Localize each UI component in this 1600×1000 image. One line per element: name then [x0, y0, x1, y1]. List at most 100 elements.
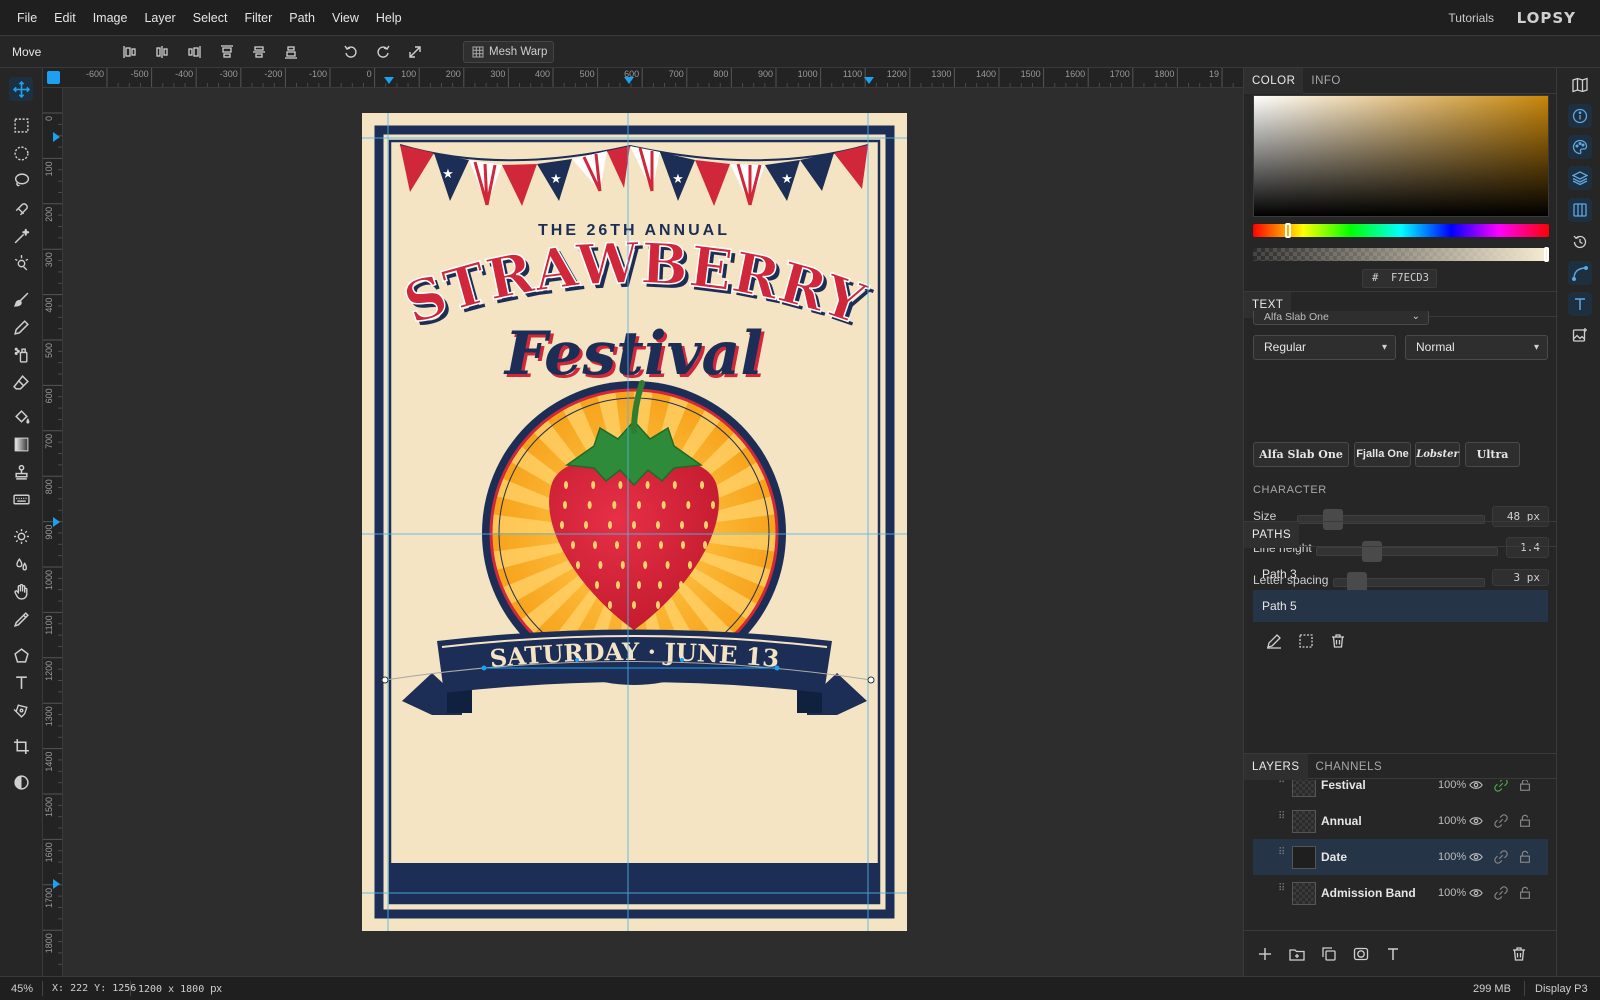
blur-tool[interactable]	[9, 552, 33, 576]
dodge-tool[interactable]	[9, 524, 33, 548]
add-mask-button[interactable]	[1353, 946, 1369, 962]
menu-edit[interactable]: Edit	[46, 11, 84, 25]
image-panel-button[interactable]	[1568, 323, 1592, 347]
unlock-icon[interactable]	[1518, 886, 1532, 900]
eye-icon[interactable]	[1469, 814, 1483, 828]
brush-tool[interactable]	[9, 287, 33, 311]
add-group-button[interactable]	[1289, 946, 1305, 962]
align-middle-button[interactable]	[248, 42, 270, 62]
alpha-slider-handle[interactable]	[1544, 247, 1549, 262]
layer-row-admission-band[interactable]: ⠿ Admission Band 100%	[1253, 875, 1548, 911]
menu-layer[interactable]: Layer	[136, 11, 183, 25]
color-field[interactable]	[1253, 95, 1549, 217]
adjust-tool[interactable]	[9, 770, 33, 794]
navigator-panel-button[interactable]	[1568, 73, 1592, 97]
tab-layers[interactable]: LAYERS	[1244, 754, 1308, 780]
drag-handle-icon[interactable]: ⠿	[1278, 812, 1285, 826]
layer-row-festival[interactable]: ⠿ Festival 100%	[1253, 780, 1548, 803]
delete-path-button[interactable]	[1330, 633, 1346, 649]
ruler-origin-marker[interactable]	[47, 71, 60, 84]
duplicate-layer-button[interactable]	[1321, 946, 1337, 962]
magic-wand-tool[interactable]	[9, 224, 33, 248]
spray-tool[interactable]	[9, 342, 33, 366]
text-panel-button[interactable]	[1568, 292, 1592, 316]
font-family-select[interactable]: Alfa Slab One ⌄	[1253, 311, 1429, 325]
lock-icon[interactable]	[1518, 780, 1532, 792]
hand-tool[interactable]	[9, 579, 33, 603]
path-item-path-3[interactable]: Path 3	[1253, 558, 1548, 590]
eye-icon[interactable]	[1469, 780, 1483, 792]
align-top-button[interactable]	[216, 42, 238, 62]
unlock-icon[interactable]	[1518, 850, 1532, 864]
rect-select-tool[interactable]	[9, 113, 33, 137]
align-right-button[interactable]	[183, 42, 205, 62]
crop-tool[interactable]	[9, 734, 33, 758]
pen-tool[interactable]	[9, 698, 33, 722]
text-tool[interactable]	[9, 670, 33, 694]
menu-help[interactable]: Help	[368, 11, 410, 25]
font-chip-alfa-slab-one[interactable]: Alfa Slab One	[1253, 442, 1349, 467]
gradient-tool[interactable]	[9, 432, 33, 456]
align-bottom-button[interactable]	[280, 42, 302, 62]
tab-channels[interactable]: CHANNELS	[1308, 754, 1391, 780]
menu-filter[interactable]: Filter	[236, 11, 280, 25]
font-chip-ultra[interactable]: Ultra	[1465, 442, 1520, 467]
zoom-level[interactable]: 45%	[11, 983, 33, 995]
tab-info[interactable]: INFO	[1303, 68, 1348, 94]
text-transform-select[interactable]: Normal ▾	[1405, 335, 1548, 360]
tutorials-link[interactable]: Tutorials	[1448, 11, 1494, 25]
tab-color[interactable]: COLOR	[1244, 68, 1304, 94]
drag-handle-icon[interactable]: ⠿	[1278, 848, 1285, 862]
move-tool[interactable]	[9, 77, 33, 101]
layer-row-annual[interactable]: ⠿ Annual 100%	[1253, 803, 1548, 839]
menu-file[interactable]: File	[9, 11, 45, 25]
tab-paths[interactable]: PATHS	[1244, 522, 1300, 548]
line-height-slider[interactable]	[1316, 541, 1498, 562]
color-panel-button[interactable]	[1568, 135, 1592, 159]
paths-panel-button[interactable]	[1568, 261, 1592, 285]
menu-select[interactable]: Select	[185, 11, 236, 25]
eye-icon[interactable]	[1469, 850, 1483, 864]
rotate-right-button[interactable]	[372, 42, 394, 62]
mesh-warp-button[interactable]: Mesh Warp	[463, 41, 554, 63]
history-panel-button[interactable]	[1568, 230, 1592, 254]
add-layer-button[interactable]	[1257, 946, 1273, 962]
eraser-tool[interactable]	[9, 370, 33, 394]
link-icon[interactable]	[1494, 780, 1508, 792]
eyedropper-tool[interactable]	[9, 607, 33, 631]
edit-path-button[interactable]	[1266, 633, 1282, 649]
link-icon[interactable]	[1494, 886, 1508, 900]
menu-path[interactable]: Path	[281, 11, 323, 25]
font-chip-fjalla-one[interactable]: Fjalla One	[1354, 442, 1411, 467]
hue-slider[interactable]	[1253, 223, 1549, 238]
font-style-select[interactable]: Regular ▾	[1253, 335, 1396, 360]
pencil-tool[interactable]	[9, 315, 33, 339]
unlock-icon[interactable]	[1518, 814, 1532, 828]
fill-tool[interactable]	[9, 405, 33, 429]
channels-panel-button[interactable]	[1568, 198, 1592, 222]
font-chip-lobster[interactable]: Lobster	[1415, 442, 1460, 467]
layer-row-date[interactable]: ⠿ Date 100%	[1253, 839, 1548, 875]
link-icon[interactable]	[1494, 850, 1508, 864]
drag-handle-icon[interactable]: ⠿	[1278, 780, 1285, 790]
ellipse-select-tool[interactable]	[9, 141, 33, 165]
link-icon[interactable]	[1494, 814, 1508, 828]
delete-layer-button[interactable]	[1511, 946, 1527, 962]
rotate-left-button[interactable]	[340, 42, 362, 62]
stamp-tool[interactable]	[9, 460, 33, 484]
menu-view[interactable]: View	[324, 11, 367, 25]
pattern-tool[interactable]	[9, 487, 33, 511]
poster-canvas[interactable]: ★ ★ ★ ★ THE 26TH ANNUAL STRAWBERRY STRAW…	[362, 113, 907, 931]
align-center-h-button[interactable]	[151, 42, 173, 62]
info-panel-button[interactable]	[1568, 104, 1592, 128]
quick-select-tool[interactable]	[9, 250, 33, 274]
canvas-area[interactable]: ★ ★ ★ ★ THE 26TH ANNUAL STRAWBERRY STRAW…	[63, 88, 1243, 976]
add-text-layer-button[interactable]	[1385, 946, 1401, 962]
alpha-slider[interactable]	[1253, 247, 1549, 262]
hue-slider-handle[interactable]	[1285, 223, 1291, 238]
align-left-button[interactable]	[119, 42, 141, 62]
path-item-path-5[interactable]: Path 5	[1253, 590, 1548, 622]
path-to-selection-button[interactable]	[1298, 633, 1314, 649]
menu-image[interactable]: Image	[85, 11, 136, 25]
drag-handle-icon[interactable]: ⠿	[1278, 884, 1285, 898]
